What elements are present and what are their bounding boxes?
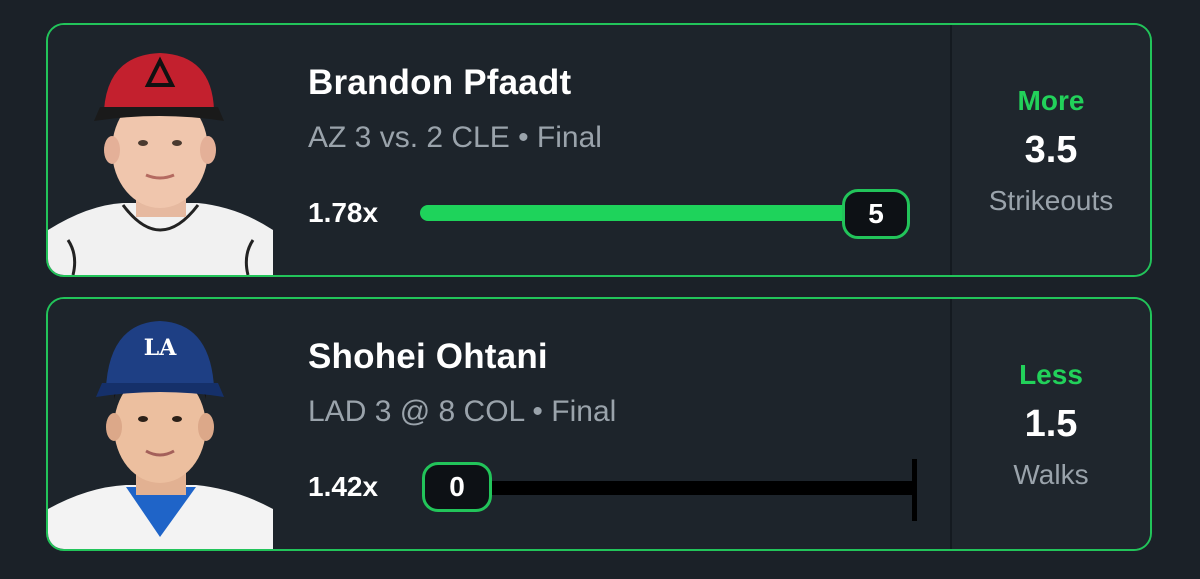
stat-type: Strikeouts: [988, 185, 1114, 216]
payout-multiplier: 1.78x: [308, 197, 379, 228]
pick-direction: Less: [1019, 359, 1083, 390]
player-headshot: LA: [48, 299, 273, 549]
pick-line: 3.5: [1024, 129, 1078, 171]
player-name: Shohei Ohtani: [308, 337, 548, 376]
player-headshot: [48, 25, 273, 275]
svg-text:LA: LA: [144, 335, 177, 361]
game-status: AZ 3 vs. 2 CLE • Final: [308, 121, 602, 154]
progress-bar: [420, 205, 870, 221]
current-value-badge: 5: [842, 189, 910, 239]
pick-card[interactable]: LA Shohei Ohtani LAD 3 @ 8 COL • Final 1…: [46, 297, 1152, 551]
pick-summary: More 3.5 Strikeouts: [952, 25, 1150, 275]
top-edge: [0, 0, 1200, 22]
pick-summary: Less 1.5 Walks: [952, 299, 1150, 549]
player-name: Brandon Pfaadt: [308, 63, 572, 102]
stat-type: Walks: [1013, 459, 1089, 490]
progress-bar: [468, 481, 914, 495]
progress-bar-end: [912, 459, 917, 521]
payout-multiplier: 1.42x: [308, 471, 379, 502]
pick-direction: More: [1017, 85, 1085, 116]
current-value-badge: 0: [422, 462, 492, 512]
pick-card[interactable]: Brandon Pfaadt AZ 3 vs. 2 CLE • Final 1.…: [46, 23, 1152, 277]
pick-line: 1.5: [1024, 403, 1078, 445]
game-status: LAD 3 @ 8 COL • Final: [308, 395, 617, 428]
